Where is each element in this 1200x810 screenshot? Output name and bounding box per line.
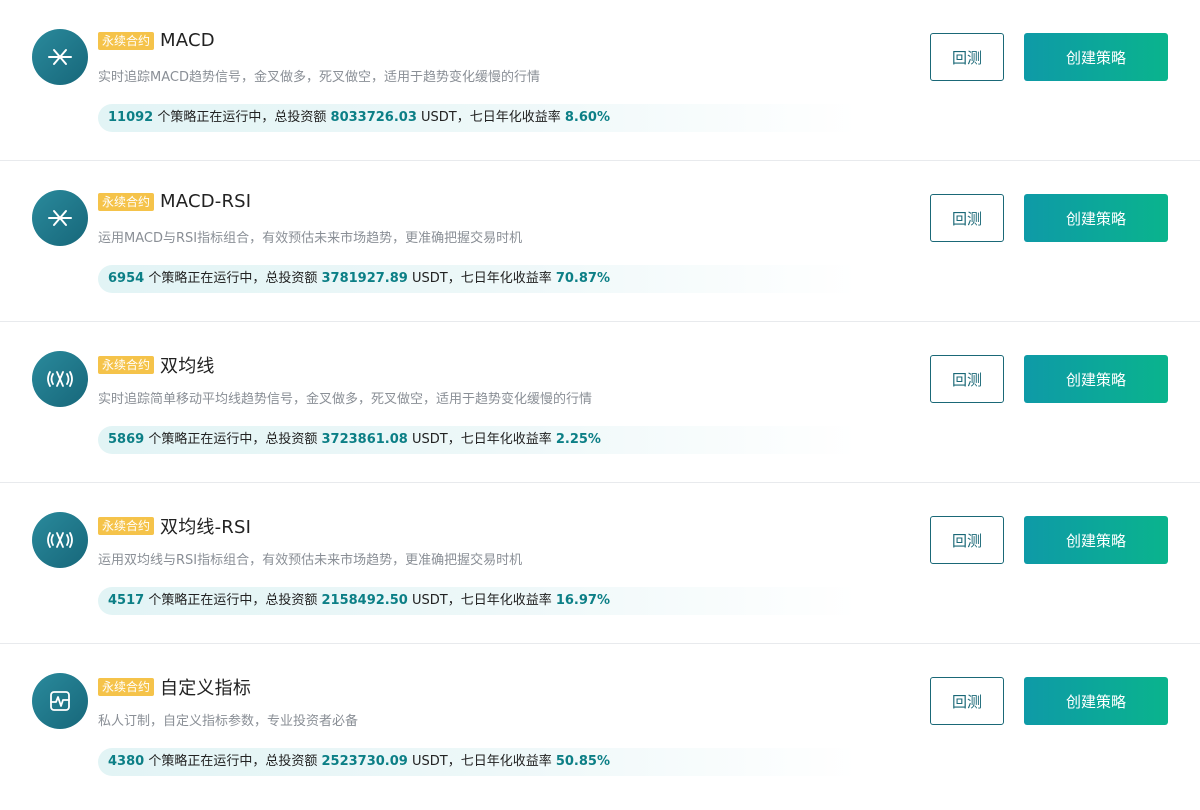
strategy-title: MACD <box>160 30 215 51</box>
perpetual-contract-badge: 永续合约 <box>98 31 155 50</box>
total-investment: 2523730.09 <box>321 754 408 769</box>
create-strategy-button[interactable]: 创建策略 <box>1024 194 1168 242</box>
strategy-stats: 4517 个策略正在运行中，总投资额 2158492.50 USDT，七日年化收… <box>98 587 858 615</box>
dual-ma-signal-icon <box>32 512 88 568</box>
perpetual-contract-badge: 永续合约 <box>98 356 155 374</box>
annual-rate: 2.25% <box>555 432 601 447</box>
create-strategy-button[interactable]: 创建策略 <box>1024 516 1168 564</box>
total-investment: 2158492.50 <box>321 593 408 608</box>
perpetual-contract-badge: 永续合约 <box>98 517 155 535</box>
create-strategy-button[interactable]: 创建策略 <box>1024 677 1168 725</box>
strategy-row-macd: 永续合约 MACD 实时追踪MACD趋势信号，金叉做多，死叉做空，适用于趋势变化… <box>0 0 1200 161</box>
strategy-row-macd-rsi: 永续合约 MACD-RSI 运用MACD与RSI指标组合，有效预估未来市场趋势，… <box>0 161 1200 322</box>
strategy-title-line: 永续合约 自定义指标 <box>98 674 251 700</box>
strategy-description: 私人订制，自定义指标参数，专业投资者必备 <box>98 714 359 729</box>
strategy-title-line: 永续合约 双均线-RSI <box>98 513 251 539</box>
perpetual-contract-badge: 永续合约 <box>98 678 155 696</box>
strategy-list: 永续合约 MACD 实时追踪MACD趋势信号，金叉做多，死叉做空，适用于趋势变化… <box>0 0 1200 805</box>
strategy-row-custom-indicator: 永续合约 自定义指标 私人订制，自定义指标参数，专业投资者必备 4380 个策略… <box>0 644 1200 805</box>
running-count: 5869 <box>108 432 145 447</box>
strategy-stats: 11092 个策略正在运行中，总投资额 8033726.03 USDT，七日年化… <box>98 104 858 132</box>
backtest-button[interactable]: 回测 <box>930 194 1004 242</box>
strategy-title: 双均线 <box>160 356 215 377</box>
strategy-title: MACD-RSI <box>160 191 252 212</box>
strategy-title: 双均线-RSI <box>160 517 252 538</box>
annual-rate: 70.87% <box>555 271 610 286</box>
total-investment: 3781927.89 <box>321 271 408 286</box>
strategy-title-line: 永续合约 双均线 <box>98 352 215 378</box>
usdt-text: USDT，七日年化收益率 <box>411 432 552 447</box>
strategy-stats: 4380 个策略正在运行中，总投资额 2523730.09 USDT，七日年化收… <box>98 748 858 776</box>
usdt-text: USDT，七日年化收益率 <box>411 754 552 769</box>
strategy-description: 实时追踪简单移动平均线趋势信号，金叉做多，死叉做空，适用于趋势变化缓慢的行情 <box>98 392 593 407</box>
strategy-title: 自定义指标 <box>160 678 252 699</box>
strategy-row-dual-ma-rsi: 永续合约 双均线-RSI 运用双均线与RSI指标组合，有效预估未来市场趋势，更准… <box>0 483 1200 644</box>
strategy-description: 实时追踪MACD趋势信号，金叉做多，死叉做空，适用于趋势变化缓慢的行情 <box>98 70 540 85</box>
running-text: 个策略正在运行中，总投资额 <box>157 110 327 125</box>
running-text: 个策略正在运行中，总投资额 <box>148 593 318 608</box>
perpetual-contract-badge: 永续合约 <box>98 192 155 211</box>
strategy-stats: 5869 个策略正在运行中，总投资额 3723861.08 USDT，七日年化收… <box>98 426 858 454</box>
create-strategy-button[interactable]: 创建策略 <box>1024 33 1168 81</box>
running-text: 个策略正在运行中，总投资额 <box>148 271 318 286</box>
backtest-button[interactable]: 回测 <box>930 355 1004 403</box>
annual-rate: 50.85% <box>555 754 610 769</box>
custom-indicator-icon <box>32 673 88 729</box>
running-count: 11092 <box>108 110 154 125</box>
running-count: 6954 <box>108 271 145 286</box>
backtest-button[interactable]: 回测 <box>930 516 1004 564</box>
strategy-description: 运用MACD与RSI指标组合，有效预估未来市场趋势，更准确把握交易时机 <box>98 231 523 246</box>
running-count: 4380 <box>108 754 145 769</box>
running-text: 个策略正在运行中，总投资额 <box>148 432 318 447</box>
strategy-title-line: 永续合约 MACD <box>98 30 215 51</box>
total-investment: 3723861.08 <box>321 432 408 447</box>
strategy-title-line: 永续合约 MACD-RSI <box>98 191 251 212</box>
strategy-stats: 6954 个策略正在运行中，总投资额 3781927.89 USDT，七日年化收… <box>98 265 858 293</box>
macd-cross-icon <box>32 29 88 85</box>
backtest-button[interactable]: 回测 <box>930 33 1004 81</box>
running-text: 个策略正在运行中，总投资额 <box>148 754 318 769</box>
macd-cross-icon <box>32 190 88 246</box>
strategy-description: 运用双均线与RSI指标组合，有效预估未来市场趋势，更准确把握交易时机 <box>98 553 523 568</box>
create-strategy-button[interactable]: 创建策略 <box>1024 355 1168 403</box>
annual-rate: 16.97% <box>555 593 610 608</box>
annual-rate: 8.60% <box>564 110 610 125</box>
strategy-row-dual-ma: 永续合约 双均线 实时追踪简单移动平均线趋势信号，金叉做多，死叉做空，适用于趋势… <box>0 322 1200 483</box>
backtest-button[interactable]: 回测 <box>930 677 1004 725</box>
total-investment: 8033726.03 <box>330 110 417 125</box>
dual-ma-signal-icon <box>32 351 88 407</box>
usdt-text: USDT，七日年化收益率 <box>411 593 552 608</box>
usdt-text: USDT，七日年化收益率 <box>411 271 552 286</box>
running-count: 4517 <box>108 593 145 608</box>
usdt-text: USDT，七日年化收益率 <box>421 110 561 125</box>
